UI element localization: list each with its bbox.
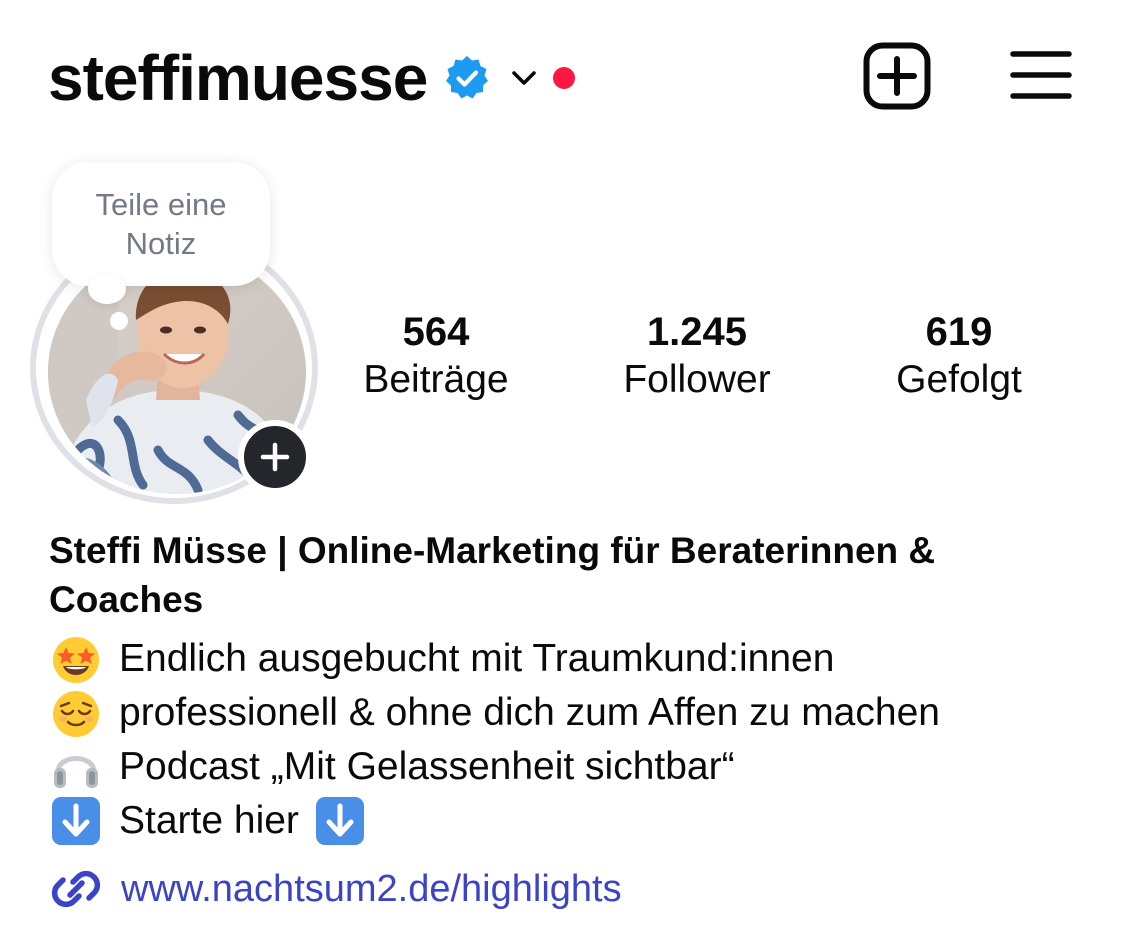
notification-dot	[553, 67, 576, 89]
add-story-button[interactable]	[238, 420, 312, 494]
plus-icon	[260, 442, 290, 472]
relieved-face-emoji-icon	[53, 691, 99, 737]
note-bubble[interactable]: Teile eine Notiz	[52, 162, 270, 286]
followers-label: Follower	[623, 358, 771, 401]
bio-line-text: Endlich ausgebucht mit Traumkund:innen	[119, 637, 835, 680]
bio-link[interactable]: www.nachtsum2.de/highlights	[49, 862, 622, 916]
bio-line-text: professionell & ohne dich zum Affen zu m…	[119, 691, 940, 734]
stat-followers[interactable]: 1.245 Follower	[587, 308, 807, 404]
bio-line-text: Podcast „Mit Gelassenheit sichtbar“	[119, 745, 735, 788]
followers-count: 1.245	[646, 310, 748, 354]
profile-display-name: Steffi Müsse | Online-Marketing für Bera…	[49, 530, 936, 620]
hamburger-menu-icon[interactable]	[1010, 48, 1072, 102]
bio-line-text: Starte hier	[119, 799, 299, 842]
bio-line: professionell & ohne dich zum Affen zu m…	[49, 686, 1109, 740]
stat-posts[interactable]: 564 Beiträge	[326, 308, 546, 404]
bio-line: Podcast „Mit Gelassenheit sichtbar“	[49, 740, 1109, 794]
link-icon	[51, 870, 101, 908]
following-count: 619	[925, 310, 993, 354]
verified-badge-icon	[446, 56, 489, 99]
headphones-emoji-icon	[54, 756, 98, 788]
profile-bio: Endlich ausgebucht mit Traumkund:innen p…	[49, 632, 1109, 848]
posts-count: 564	[402, 310, 470, 354]
following-label: Gefolgt	[896, 358, 1022, 401]
down-arrow-emoji-icon	[315, 797, 364, 845]
chevron-down-icon[interactable]	[509, 63, 539, 93]
username-dropdown[interactable]: steffimuesse	[48, 46, 428, 110]
note-text: Teile eine Notiz	[95, 187, 227, 261]
bio-line: Starte hier	[49, 794, 1109, 848]
star-struck-emoji-icon	[53, 637, 99, 683]
down-arrow-emoji-icon	[52, 797, 100, 845]
profile-header: steffimuesse	[48, 38, 576, 118]
stat-following[interactable]: 619 Gefolgt	[849, 308, 1069, 404]
plus-square-icon[interactable]	[863, 42, 931, 110]
bio-link-text[interactable]: www.nachtsum2.de/highlights	[121, 868, 622, 911]
note-bubble-tail-small	[110, 312, 128, 330]
posts-label: Beiträge	[363, 358, 509, 401]
bio-line: Endlich ausgebucht mit Traumkund:innen	[49, 632, 1109, 686]
note-bubble-tail	[88, 274, 126, 304]
